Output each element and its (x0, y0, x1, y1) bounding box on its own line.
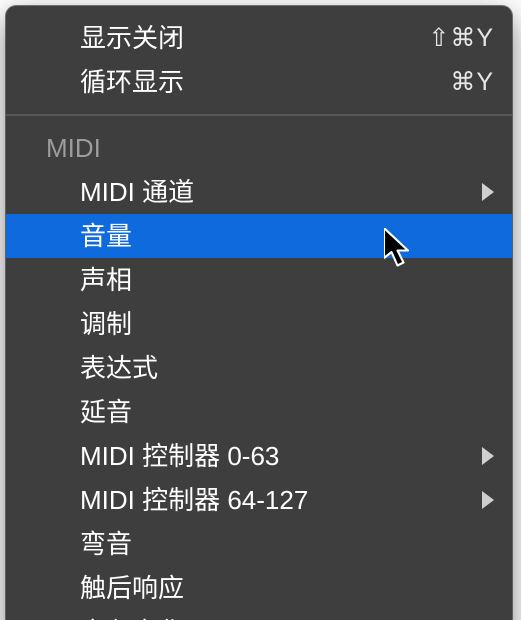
menu-item-show-close[interactable]: 显示关闭 ⇧⌘Y (6, 16, 512, 60)
chevron-right-icon (482, 183, 494, 201)
chevron-right-icon (482, 491, 494, 509)
menu-item-label: 调制 (80, 302, 494, 346)
menu-item-label: 音量 (80, 214, 494, 258)
menu-item-midi-ctrl-0-63[interactable]: MIDI 控制器 0-63 (6, 434, 512, 478)
menu-item-label: 显示关闭 (80, 16, 428, 60)
menu-item-midi-ctrl-64-127[interactable]: MIDI 控制器 64-127 (6, 478, 512, 522)
menu-item-label: 弯音 (80, 522, 494, 566)
menu-item-expression[interactable]: 表达式 (6, 346, 512, 390)
section-header-label: MIDI (46, 133, 101, 163)
menu-item-label: MIDI 控制器 0-63 (80, 434, 494, 478)
menu-section-header: MIDI (6, 126, 512, 170)
chevron-right-icon (482, 447, 494, 465)
menu-item-modulation[interactable]: 调制 (6, 302, 512, 346)
menu-item-shortcut: ⌘Y (450, 60, 494, 104)
menu-item-label: 延音 (80, 390, 494, 434)
menu-item-label: 表达式 (80, 346, 494, 390)
menu-separator (6, 114, 512, 116)
menu-item-pitch-bend[interactable]: 弯音 (6, 522, 512, 566)
menu-item-sustain[interactable]: 延音 (6, 390, 512, 434)
context-menu: 显示关闭 ⇧⌘Y 循环显示 ⌘Y MIDI MIDI 通道 音量 声相 调制 表… (6, 6, 512, 620)
menu-item-cycle-display[interactable]: 循环显示 ⌘Y (6, 60, 512, 104)
menu-item-label: 循环显示 (80, 60, 450, 104)
menu-item-program-change[interactable]: 音色变化 (6, 610, 512, 620)
menu-item-midi-channel[interactable]: MIDI 通道 (6, 170, 512, 214)
menu-item-aftertouch[interactable]: 触后响应 (6, 566, 512, 610)
menu-item-label: MIDI 通道 (80, 170, 494, 214)
menu-item-label: 音色变化 (80, 610, 494, 620)
menu-item-label: 声相 (80, 258, 494, 302)
menu-item-label: MIDI 控制器 64-127 (80, 478, 494, 522)
menu-item-volume[interactable]: 音量 (6, 214, 512, 258)
menu-item-pan[interactable]: 声相 (6, 258, 512, 302)
menu-item-shortcut: ⇧⌘Y (428, 16, 494, 60)
menu-item-label: 触后响应 (80, 566, 494, 610)
